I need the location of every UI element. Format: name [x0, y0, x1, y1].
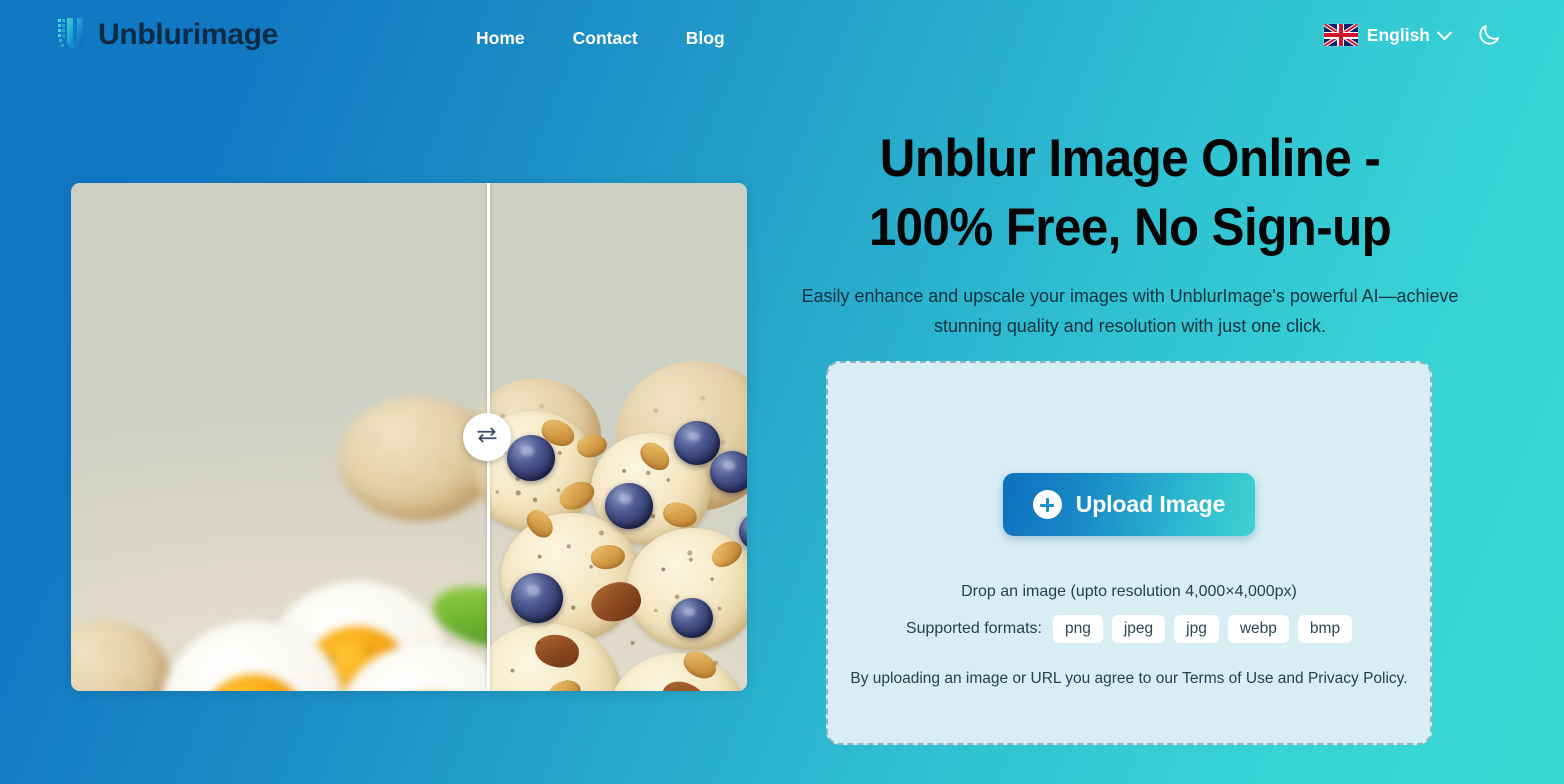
before-after-comparison[interactable] — [71, 183, 747, 691]
terms-notice: By uploading an image or URL you agree t… — [850, 670, 1407, 688]
language-label: English — [1366, 24, 1430, 45]
terms-of-use-link[interactable]: Terms of Use — [1182, 670, 1273, 687]
u-logo-icon — [55, 14, 89, 56]
formats-label: Supported formats: — [905, 619, 1042, 637]
main-nav: Home Contact Blog — [468, 25, 733, 52]
drop-hint-text: Drop an image (upto resolution 4,000×4,0… — [961, 583, 1297, 600]
terms-middle: and — [1273, 669, 1308, 687]
comparison-slider-handle[interactable] — [463, 413, 511, 461]
site-header: Unblurimage Home Contact Blog English — [0, 0, 1564, 75]
hero-subtitle: Easily enhance and upscale your images w… — [801, 284, 1459, 336]
supported-formats: Supported formats: png jpeg jpg webp bmp — [905, 615, 1353, 643]
chevron-down-icon — [1436, 24, 1453, 40]
brand-name: Unblurimage — [98, 18, 279, 51]
before-image-pane — [71, 183, 487, 691]
privacy-policy-link[interactable]: Privacy Policy — [1308, 670, 1403, 687]
hero-copy: Unblur Image Online - 100% Free, No Sign… — [790, 125, 1470, 341]
page-title: Unblur Image Online - 100% Free, No Sign… — [868, 129, 1392, 257]
nav-item-blog[interactable]: Blog — [678, 25, 733, 52]
moon-icon[interactable] — [1476, 22, 1502, 48]
terms-prefix: By uploading an image or URL you agree t… — [850, 669, 1183, 687]
brand-logo[interactable]: Unblurimage — [55, 14, 278, 56]
format-chip-png[interactable]: png — [1052, 615, 1103, 643]
language-selector[interactable]: English — [1323, 24, 1453, 46]
uk-flag-icon — [1323, 24, 1358, 46]
upload-dropzone[interactable]: Upload Image Drop an image (upto resolut… — [826, 361, 1432, 745]
terms-suffix: . — [1403, 669, 1408, 687]
format-chip-bmp[interactable]: bmp — [1297, 615, 1353, 643]
format-chip-jpeg[interactable]: jpeg — [1111, 615, 1166, 643]
after-image-pane — [487, 183, 747, 691]
after-photo — [487, 183, 747, 691]
upload-button-label: Upload Image — [1075, 491, 1226, 517]
nav-item-home[interactable]: Home — [468, 25, 533, 52]
swap-horizontal-icon — [474, 422, 500, 453]
header-actions: English — [1323, 22, 1502, 48]
plus-circle-icon — [1032, 490, 1062, 519]
nav-item-contact[interactable]: Contact — [565, 25, 646, 52]
format-chip-jpg[interactable]: jpg — [1174, 615, 1219, 643]
upload-image-button[interactable]: Upload Image — [1002, 473, 1256, 536]
format-chip-webp[interactable]: webp — [1227, 615, 1289, 643]
before-photo — [71, 183, 487, 691]
